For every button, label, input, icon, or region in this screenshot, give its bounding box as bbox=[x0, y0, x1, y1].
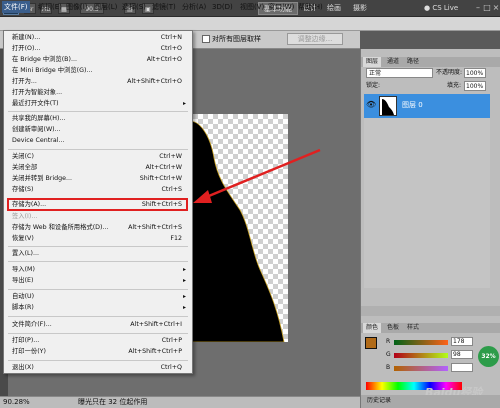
annotation-arrow bbox=[193, 148, 321, 203]
arrow-head bbox=[193, 190, 212, 203]
arrow-shaft bbox=[203, 148, 321, 200]
